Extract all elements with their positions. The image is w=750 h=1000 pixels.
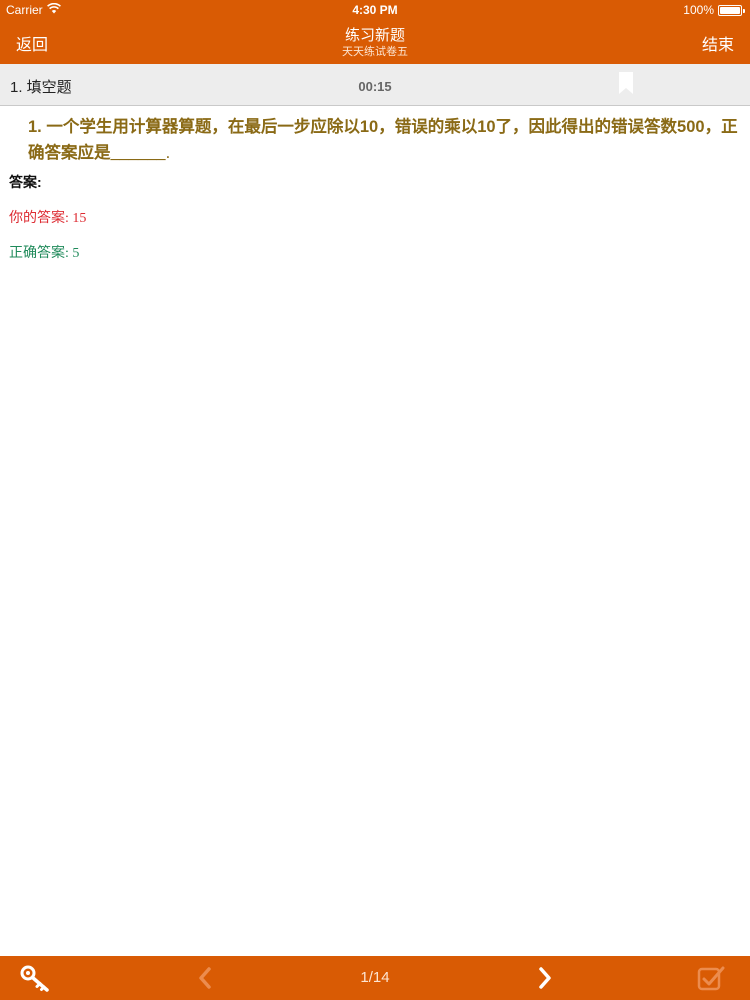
timer: 00:15 — [358, 79, 392, 94]
page-title: 练习新题 — [344, 27, 405, 44]
question-text-block: 1. 一个学生用计算器算题，在最后一步应除以10，错误的乘以10了，因此得出的错… — [28, 114, 740, 166]
correct-answer: 正确答案: 5 — [9, 246, 80, 261]
answer-blank: ______ — [110, 144, 166, 162]
end-button[interactable]: 结束 — [702, 31, 734, 55]
status-bar: Carrier 4:30 PM 100% — [0, 0, 750, 20]
page-subtitle: 天天练试卷五 — [342, 46, 408, 58]
question-period: . — [165, 144, 171, 162]
battery-icon — [718, 5, 745, 16]
checkbox-check-icon[interactable] — [696, 964, 726, 992]
battery-percent: 100% — [683, 3, 714, 17]
chevron-right-icon[interactable] — [530, 964, 560, 992]
your-answer: 你的答案: 15 — [9, 211, 87, 226]
question-info-bar: 1. 填空题 00:15 — [0, 64, 750, 106]
bottom-toolbar: 1/14 — [0, 956, 750, 1000]
answer-heading: 答案: — [9, 174, 42, 190]
status-time: 4:30 PM — [352, 3, 398, 17]
navigation-bar: Carrier 4:30 PM 100% 返回 练习新题 天天练试卷五 结束 — [0, 0, 750, 64]
bookmark-icon[interactable] — [618, 72, 634, 96]
page-indicator: 1/14 — [360, 969, 390, 986]
